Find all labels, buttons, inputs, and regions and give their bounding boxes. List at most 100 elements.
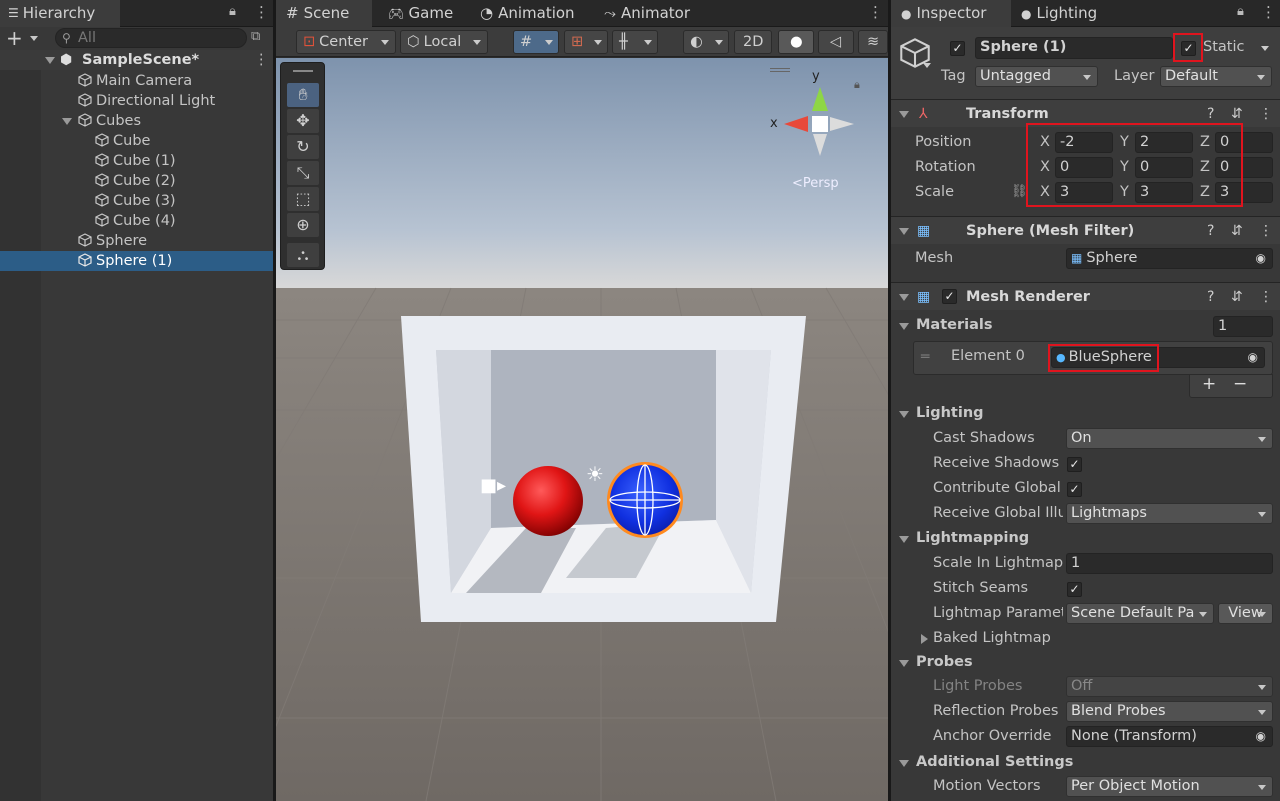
fold-arrow-icon[interactable] — [899, 323, 909, 330]
renderer-enabled-checkbox[interactable]: ✓ — [942, 289, 957, 304]
fold-arrow-icon[interactable] — [899, 536, 909, 543]
component-menu-icon[interactable]: ⋮ — [1259, 217, 1273, 245]
fold-arrow-icon[interactable] — [899, 760, 909, 767]
kebab-menu-icon[interactable]: ⋮ — [254, 3, 269, 21]
cast-shadows-dropdown[interactable]: On — [1066, 428, 1273, 449]
object-name-input[interactable]: Sphere (1) — [975, 37, 1173, 59]
axis-y-cone[interactable] — [812, 87, 828, 111]
pivot-dropdown[interactable]: ⊡ Center — [296, 30, 396, 54]
add-element-button[interactable]: + — [1202, 374, 1216, 394]
tab-animator[interactable]: ⤳ Animator — [596, 0, 706, 27]
mesh-filter-header[interactable]: ▦ Sphere (Mesh Filter) ? ⇵ ⋮ — [891, 216, 1280, 244]
tab-lighting[interactable]: ● Lighting — [1013, 0, 1123, 27]
search-options-icon[interactable]: ⧉ — [251, 29, 260, 44]
presets-icon[interactable]: ⇵ — [1231, 217, 1243, 245]
component-menu-icon[interactable]: ⋮ — [1259, 283, 1273, 311]
effects-toggle[interactable]: ≋ — [858, 30, 888, 54]
fold-arrow-icon[interactable] — [899, 660, 909, 667]
lock-icon[interactable]: 🔒︎ — [229, 4, 236, 19]
hand-tool[interactable]: ✋︎ — [287, 83, 319, 107]
lightmap-params-dropdown[interactable]: Scene Default Pa — [1066, 603, 1214, 624]
hierarchy-item[interactable]: Main Camera — [0, 71, 273, 91]
tab-hierarchy[interactable]: ☰ Hierarchy — [0, 0, 120, 27]
tag-dropdown[interactable]: Untagged — [975, 66, 1098, 87]
scene-row[interactable]: ⬢ SampleScene* ⋮ — [0, 50, 273, 70]
grid-snap-toggle[interactable]: # — [513, 30, 559, 54]
axis-x-cone[interactable] — [784, 116, 808, 132]
fold-arrow-icon[interactable] — [899, 228, 909, 235]
transform-tool[interactable]: ⊕ — [287, 213, 319, 237]
mesh-renderer-header[interactable]: ▦ ✓ Mesh Renderer ? ⇵ ⋮ — [891, 282, 1280, 310]
ruler-toggle[interactable]: ╫ — [612, 30, 658, 54]
scene-viewport[interactable]: ■▸ ☀ ✋︎ ✥ ↻ ⤡ ⬚ ⊕ ⛬ 🔒︎ y x <Persp — [276, 58, 888, 801]
help-icon[interactable]: ? — [1207, 217, 1214, 245]
tab-game[interactable]: 🎮︎ Game — [380, 0, 472, 27]
expand-arrow-icon[interactable] — [62, 118, 72, 125]
hierarchy-item[interactable]: Cube (2) — [0, 171, 273, 191]
audio-toggle[interactable]: ◁ — [818, 30, 854, 54]
camera-gizmo-icon[interactable]: ■▸ — [480, 475, 506, 496]
component-menu-icon[interactable]: ⋮ — [1259, 100, 1273, 128]
fold-arrow-icon[interactable] — [899, 411, 909, 418]
kebab-menu-icon[interactable]: ⋮ — [868, 3, 883, 21]
palette-handle-icon[interactable] — [293, 70, 313, 72]
scale-in-lightmap-field[interactable]: 1 — [1066, 553, 1273, 574]
increment-snap-toggle[interactable]: ⊞ — [564, 30, 608, 54]
anchor-override-field[interactable]: None (Transform) ◉ — [1066, 726, 1273, 747]
stitch-seams-checkbox[interactable]: ✓ — [1067, 582, 1082, 597]
fold-arrow-icon[interactable] — [899, 111, 909, 118]
space-dropdown[interactable]: ⬡ Local — [400, 30, 488, 54]
hierarchy-item[interactable]: Cube (4) — [0, 211, 273, 231]
active-checkbox[interactable]: ✓ — [950, 41, 965, 56]
hierarchy-item[interactable]: Cubes — [0, 111, 273, 131]
rect-tool[interactable]: ⬚ — [287, 187, 319, 211]
reflection-probes-dropdown[interactable]: Blend Probes — [1066, 701, 1273, 722]
lighting-toggle[interactable]: ● — [778, 30, 814, 54]
hierarchy-item[interactable]: Directional Light — [0, 91, 273, 111]
help-icon[interactable]: ? — [1207, 283, 1214, 311]
receive-gi-dropdown[interactable]: Lightmaps — [1066, 503, 1273, 524]
hierarchy-item[interactable]: Sphere — [0, 231, 273, 251]
tab-inspector[interactable]: ● Inspector — [891, 0, 1011, 27]
tab-animation[interactable]: ◔ Animation — [472, 0, 596, 27]
lock-icon[interactable]: 🔒︎ — [1237, 4, 1244, 19]
hierarchy-item[interactable]: Cube (3) — [0, 191, 273, 211]
object-picker-icon[interactable]: ◉ — [1248, 348, 1258, 367]
orientation-gizmo[interactable]: 🔒︎ y x <Persp — [770, 68, 870, 191]
receive-shadows-checkbox[interactable]: ✓ — [1067, 457, 1082, 472]
shading-mode-dropdown[interactable]: ◐ — [683, 30, 729, 54]
custom-tool[interactable]: ⛬ — [287, 243, 319, 267]
materials-count-field[interactable]: 1 — [1213, 316, 1273, 337]
add-object-button[interactable]: + — [6, 27, 46, 49]
object-picker-icon[interactable]: ◉ — [1256, 249, 1266, 268]
move-tool[interactable]: ✥ — [287, 109, 319, 133]
rotate-tool[interactable]: ↻ — [287, 135, 319, 159]
hierarchy-item[interactable]: Cube (1) — [0, 151, 273, 171]
persp-label[interactable]: <Persp — [792, 176, 839, 191]
hierarchy-item-selected[interactable]: Sphere (1) — [0, 251, 273, 271]
static-dropdown-arrow[interactable] — [1261, 46, 1269, 51]
motion-vectors-dropdown[interactable]: Per Object Motion — [1066, 776, 1273, 797]
icon-dropdown-arrow[interactable] — [923, 63, 931, 68]
expand-arrow-icon[interactable] — [45, 57, 55, 64]
scene-menu-icon[interactable]: ⋮ — [254, 50, 269, 70]
layer-dropdown[interactable]: Default — [1160, 66, 1272, 87]
scale-tool[interactable]: ⤡ — [287, 161, 319, 185]
fold-arrow-icon[interactable] — [899, 294, 909, 301]
axis-negx-cone[interactable] — [830, 117, 854, 131]
axis-center-cube[interactable] — [812, 116, 828, 132]
object-picker-icon[interactable]: ◉ — [1256, 727, 1266, 746]
light-gizmo-icon[interactable]: ☀ — [586, 462, 604, 486]
gizmo-lock-icon[interactable]: 🔒︎ — [854, 78, 860, 92]
tab-scene[interactable]: # Scene — [276, 0, 372, 27]
remove-element-button[interactable]: − — [1233, 374, 1247, 394]
view-button[interactable]: View — [1218, 603, 1273, 624]
hierarchy-search-input[interactable]: ⚲ All — [55, 28, 247, 48]
drag-handle-icon[interactable]: ═ — [921, 349, 929, 365]
mesh-object-field[interactable]: ▦ Sphere ◉ — [1066, 248, 1273, 269]
kebab-menu-icon[interactable]: ⋮ — [1261, 3, 1276, 21]
contribute-gi-checkbox[interactable]: ✓ — [1067, 482, 1082, 497]
mode-2d-toggle[interactable]: 2D — [734, 30, 772, 54]
fold-arrow-icon[interactable] — [921, 634, 928, 644]
presets-icon[interactable]: ⇵ — [1231, 283, 1243, 311]
